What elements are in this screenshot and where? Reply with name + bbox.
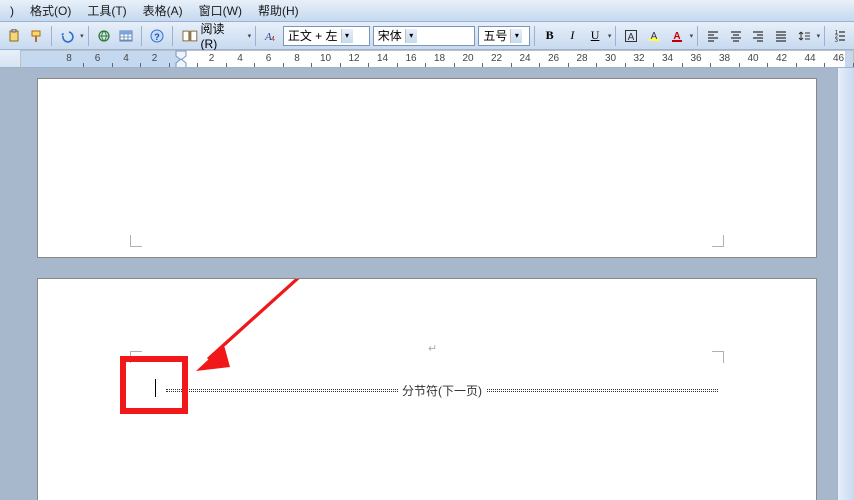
insert-table-icon[interactable] bbox=[115, 25, 137, 47]
separator bbox=[534, 26, 535, 46]
menu-help[interactable]: 帮助(H) bbox=[250, 0, 307, 21]
indent-first-line-marker[interactable] bbox=[175, 50, 187, 68]
ruler-tick-label: 36 bbox=[690, 53, 701, 64]
style-dropdown[interactable]: 正文 + 左 ▾ bbox=[283, 26, 370, 46]
crop-mark-icon bbox=[130, 229, 148, 247]
horizontal-ruler[interactable]: 8642246810121416182022242628303234363840… bbox=[0, 50, 854, 68]
menu-none[interactable]: ) bbox=[2, 2, 22, 20]
menu-table[interactable]: 表格(A) bbox=[135, 0, 191, 21]
chevron-down-icon: ▾ bbox=[510, 29, 522, 43]
ruler-tick-label: 6 bbox=[266, 53, 272, 64]
ruler-tick-label: 46 bbox=[833, 53, 844, 64]
line-spacing-dropdown-icon[interactable]: ▾ bbox=[817, 32, 821, 40]
ruler-tick-label: 2 bbox=[152, 53, 158, 64]
section-break-label: 分节符(下一页) bbox=[398, 382, 486, 399]
align-right-button[interactable] bbox=[748, 25, 770, 47]
undo-icon[interactable] bbox=[56, 25, 78, 47]
ruler-tick-label: 18 bbox=[434, 53, 445, 64]
ruler-tick-label: 42 bbox=[776, 53, 787, 64]
undo-dropdown-icon[interactable]: ▾ bbox=[80, 32, 84, 40]
ruler-tick-label: 28 bbox=[576, 53, 587, 64]
bold-button[interactable]: B bbox=[539, 25, 561, 47]
italic-button[interactable]: I bbox=[561, 25, 583, 47]
ruler-tick-label: 40 bbox=[747, 53, 758, 64]
paste-icon[interactable] bbox=[3, 25, 25, 47]
ruler-tick-label: 44 bbox=[804, 53, 815, 64]
numbering-button[interactable]: 123 bbox=[829, 25, 851, 47]
crop-mark-icon bbox=[706, 229, 724, 247]
ruler-tick-label: 4 bbox=[123, 53, 129, 64]
ruler-tick-label: 34 bbox=[662, 53, 673, 64]
page-current[interactable]: ↵ 分节符(下一页) bbox=[37, 278, 817, 500]
ruler-tick-label: 16 bbox=[405, 53, 416, 64]
ruler-tick-label: 14 bbox=[377, 53, 388, 64]
chevron-down-icon: ▾ bbox=[405, 29, 417, 43]
separator bbox=[172, 26, 173, 46]
ruler-tick-label: 26 bbox=[548, 53, 559, 64]
highlight-button[interactable]: A bbox=[643, 25, 665, 47]
ruler-tick-label: 24 bbox=[519, 53, 530, 64]
ruler-tick-label: 6 bbox=[95, 53, 101, 64]
section-break[interactable]: 分节符(下一页) bbox=[166, 389, 718, 392]
font-value: 宋体 bbox=[378, 27, 402, 44]
toolbar: ▾ ? 阅读(R) ▾ A4 正文 + 左 ▾ 宋体 ▾ 五号 ▾ B I U … bbox=[0, 22, 854, 50]
separator bbox=[615, 26, 616, 46]
svg-text:3: 3 bbox=[835, 38, 838, 43]
svg-text:A: A bbox=[651, 31, 658, 42]
ruler-tick-label: 12 bbox=[348, 53, 359, 64]
separator bbox=[88, 26, 89, 46]
ruler-tick-label: 8 bbox=[66, 53, 72, 64]
ruler-tick-label: 38 bbox=[719, 53, 730, 64]
menu-window[interactable]: 窗口(W) bbox=[191, 0, 250, 21]
hyperlink-icon[interactable] bbox=[93, 25, 115, 47]
style-value: 正文 + 左 bbox=[288, 27, 338, 44]
ruler-tick-label: 2 bbox=[209, 53, 215, 64]
style-formatting-icon[interactable]: A4 bbox=[260, 25, 282, 47]
chevron-down-icon: ▾ bbox=[341, 29, 353, 43]
crop-mark-icon bbox=[706, 351, 724, 369]
align-justify-button[interactable] bbox=[770, 25, 792, 47]
separator bbox=[697, 26, 698, 46]
ruler-tick-label: 10 bbox=[320, 53, 331, 64]
separator bbox=[141, 26, 142, 46]
font-size-dropdown[interactable]: 五号 ▾ bbox=[478, 26, 529, 46]
separator bbox=[824, 26, 825, 46]
separator bbox=[255, 26, 256, 46]
ruler-tick-label: 22 bbox=[491, 53, 502, 64]
font-color-dropdown-icon[interactable]: ▾ bbox=[690, 32, 694, 40]
svg-text:4: 4 bbox=[271, 36, 275, 43]
ruler-tick-label: 4 bbox=[237, 53, 243, 64]
view-dropdown-icon[interactable]: ▾ bbox=[248, 32, 252, 40]
ruler-tick-label: 20 bbox=[462, 53, 473, 64]
reading-view-button[interactable]: 阅读(R) bbox=[177, 25, 246, 47]
format-painter-icon[interactable] bbox=[26, 25, 48, 47]
align-left-button[interactable] bbox=[702, 25, 724, 47]
annotation-highlight-box bbox=[120, 356, 188, 414]
menu-tools[interactable]: 工具(T) bbox=[79, 0, 134, 21]
ruler-tick-label: 8 bbox=[294, 53, 300, 64]
ruler-tick-label: 32 bbox=[633, 53, 644, 64]
page-previous[interactable] bbox=[37, 78, 817, 258]
underline-button[interactable]: U bbox=[584, 25, 606, 47]
vertical-scrollbar[interactable] bbox=[837, 68, 854, 500]
font-dropdown[interactable]: 宋体 ▾ bbox=[373, 26, 476, 46]
svg-text:?: ? bbox=[154, 32, 160, 42]
reading-label: 阅读(R) bbox=[201, 20, 241, 51]
svg-text:A: A bbox=[628, 32, 635, 43]
ruler-tick-label: 30 bbox=[605, 53, 616, 64]
paragraph-mark-icon: ↵ bbox=[428, 342, 437, 355]
separator bbox=[51, 26, 52, 46]
help-icon[interactable]: ? bbox=[146, 25, 168, 47]
font-size-value: 五号 bbox=[483, 27, 507, 44]
document-workspace: ↵ 分节符(下一页) bbox=[0, 68, 854, 500]
menu-format[interactable]: 格式(O) bbox=[22, 0, 79, 21]
menu-bar: ) 格式(O) 工具(T) 表格(A) 窗口(W) 帮助(H) bbox=[0, 0, 854, 22]
align-center-button[interactable] bbox=[725, 25, 747, 47]
line-spacing-button[interactable] bbox=[793, 25, 815, 47]
char-border-button[interactable]: A bbox=[620, 25, 642, 47]
underline-dropdown-icon[interactable]: ▾ bbox=[608, 32, 612, 40]
font-color-button[interactable]: A bbox=[666, 25, 688, 47]
